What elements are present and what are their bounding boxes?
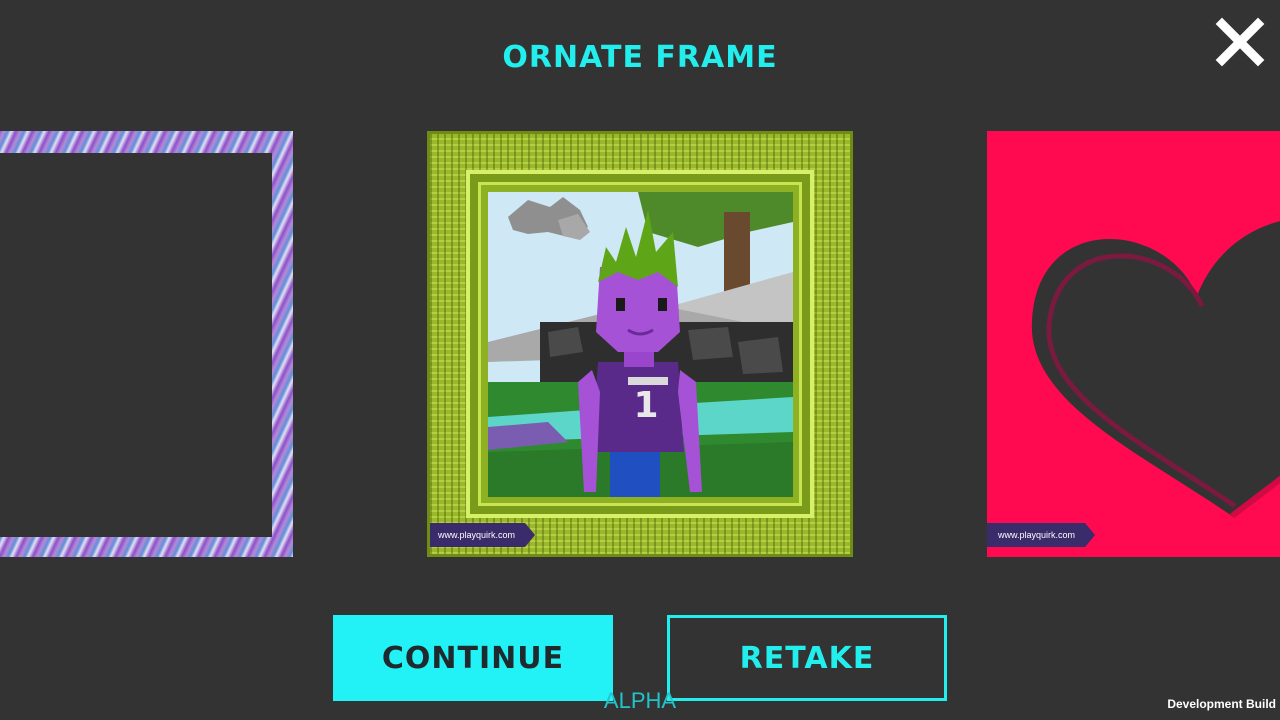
frame-option-previous[interactable] — [0, 131, 293, 557]
photo-frame-selector: ORNATE FRAME 1 www.playquirk.com www.pla… — [0, 0, 1280, 720]
watermark-label: www.playquirk.com — [987, 523, 1095, 547]
close-button[interactable] — [1214, 16, 1266, 68]
watermark-label: www.playquirk.com — [427, 523, 535, 547]
alpha-label: ALPHA — [603, 688, 677, 713]
heart-icon — [1031, 221, 1280, 519]
frame-photo-area — [0, 153, 272, 537]
frame-option-next[interactable]: www.playquirk.com — [987, 131, 1280, 557]
page-title: ORNATE FRAME — [502, 40, 778, 75]
close-icon — [1215, 17, 1265, 67]
svg-text:1: 1 — [633, 385, 658, 426]
frame-option-selected[interactable]: 1 www.playquirk.com — [427, 131, 853, 557]
development-build-label: Development Build — [1167, 697, 1276, 711]
character-photo: 1 — [488, 192, 793, 497]
